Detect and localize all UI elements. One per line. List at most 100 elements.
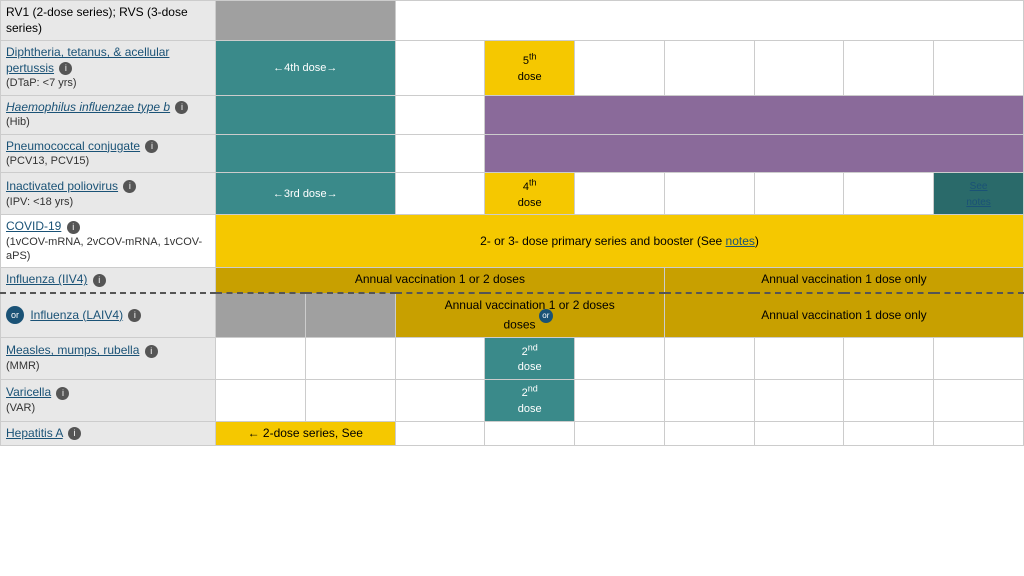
info-icon[interactable]: i: [175, 101, 188, 114]
vaccine-cell: COVID-19 i (1vCOV-mRNA, 2vCOV-mRNA, 1vCO…: [1, 215, 216, 268]
or-badge: or: [6, 306, 24, 324]
mmr-sub: (MMR): [6, 359, 210, 373]
empty-cell: [934, 41, 1024, 95]
laiv4-right-text: Annual vaccination 1 dose only: [761, 308, 926, 322]
var-2nd-dose: 2nddose: [485, 379, 575, 421]
empty-cell: [575, 41, 665, 95]
laiv4-right-cell: Annual vaccination 1 dose only: [664, 293, 1023, 337]
laiv4-doses: doses: [503, 317, 535, 331]
pcv-link[interactable]: Pneumococcal conjugate: [6, 139, 140, 153]
empty-cell: [395, 134, 485, 173]
empty-cell: [754, 173, 844, 215]
empty-cell: [934, 379, 1024, 421]
info-icon[interactable]: i: [59, 62, 72, 75]
dtap-sub: (DTaP: <7 yrs): [6, 76, 210, 90]
covid-dose-cell: 2- or 3- dose primary series and booster…: [216, 215, 1024, 268]
vaccine-cell: RV1 (2-dose series); RVS (3-dose series): [1, 1, 216, 41]
ipv-4th-dose: 4thdose: [485, 173, 575, 215]
info-icon[interactable]: i: [145, 140, 158, 153]
empty-cell: [216, 379, 306, 421]
empty-cell: [844, 173, 934, 215]
iiv4-left-cell: Annual vaccination 1 or 2 doses: [216, 268, 665, 293]
vaccine-name-text: RV1 (2-dose series); RVS (3-dose series): [6, 5, 188, 35]
dose-label: ←4th dose→: [273, 62, 337, 74]
empty-cell: [664, 337, 754, 379]
hib-purple: [485, 95, 1024, 134]
dose-label: 4thdose: [518, 181, 542, 209]
dtap-5th-dose: 5thdose: [485, 41, 575, 95]
table-row: Diphtheria, tetanus, & acellular pertuss…: [1, 41, 1024, 95]
table-row: Varicella i (VAR) 2nddose: [1, 379, 1024, 421]
hepa-text: ← 2-dose series, See: [248, 426, 363, 440]
table-row: Measles, mumps, rubella i (MMR) 2nddose: [1, 337, 1024, 379]
vaccine-cell: or Influenza (LAIV4) i: [1, 293, 216, 337]
varicella-link[interactable]: Varicella: [6, 385, 51, 399]
empty-cell: [934, 337, 1024, 379]
empty-cell: [395, 421, 485, 446]
laiv4-gray2: [305, 293, 395, 337]
dtap-link[interactable]: Diphtheria, tetanus, & acellular pertuss…: [6, 45, 169, 75]
laiv4-left-text: Annual vaccination 1 or 2 doses: [445, 298, 615, 312]
laiv4-link[interactable]: Influenza (LAIV4): [30, 308, 123, 322]
vaccine-cell: Haemophilus influenzae type b i (Hib): [1, 95, 216, 134]
ipv-3rd-dose: ←3rd dose→: [216, 173, 396, 215]
empty-cell: [664, 173, 754, 215]
table-row: COVID-19 i (1vCOV-mRNA, 2vCOV-mRNA, 1vCO…: [1, 215, 1024, 268]
vaccine-cell: Pneumococcal conjugate i (PCV13, PCV15): [1, 134, 216, 173]
iiv4-right-cell: Annual vaccination 1 dose only: [664, 268, 1023, 293]
see-notes-text[interactable]: Seenotes: [966, 181, 990, 208]
info-icon[interactable]: i: [68, 427, 81, 440]
mmr-2nd-dose: 2nddose: [485, 337, 575, 379]
ipv-link[interactable]: Inactivated poliovirus: [6, 179, 118, 193]
vaccine-cell: Varicella i (VAR): [1, 379, 216, 421]
iiv4-right-text: Annual vaccination 1 dose only: [761, 272, 926, 286]
laiv4-gray1: [216, 293, 306, 337]
pcv-sub: (PCV13, PCV15): [6, 154, 210, 168]
dose-cell: [216, 1, 396, 41]
vaccine-cell: Hepatitis A i: [1, 421, 216, 446]
vaccine-schedule-table: RV1 (2-dose series); RVS (3-dose series)…: [0, 0, 1024, 446]
empty-cell: [395, 95, 485, 134]
table-row: Inactivated poliovirus i (IPV: <18 yrs) …: [1, 173, 1024, 215]
table-row: or Influenza (LAIV4) i Annual vaccinatio…: [1, 293, 1024, 337]
info-icon[interactable]: i: [145, 345, 158, 358]
dtap-4th-dose: ←4th dose→: [216, 41, 396, 95]
dose-label: 2nddose: [518, 387, 542, 415]
empty-cell: [664, 421, 754, 446]
info-icon[interactable]: i: [93, 274, 106, 287]
varicella-sub: (VAR): [6, 401, 210, 415]
hepa-dose-cell: ← 2-dose series, See: [216, 421, 396, 446]
vaccine-cell: Inactivated poliovirus i (IPV: <18 yrs): [1, 173, 216, 215]
empty-cell: [575, 379, 665, 421]
info-icon[interactable]: i: [67, 221, 80, 234]
hib-teal: [216, 95, 396, 134]
info-icon[interactable]: i: [128, 309, 141, 322]
covid-link[interactable]: COVID-19: [6, 219, 61, 233]
hepa-link[interactable]: Hepatitis A: [6, 426, 63, 440]
empty-cell: [754, 421, 844, 446]
or-badge-small: or: [539, 309, 553, 323]
notes-link[interactable]: notes: [726, 234, 755, 248]
table-row: Influenza (IIV4) i Annual vaccination 1 …: [1, 268, 1024, 293]
dose-label: ←3rd dose→: [273, 188, 338, 200]
info-icon[interactable]: i: [123, 180, 136, 193]
table-row: RV1 (2-dose series); RVS (3-dose series): [1, 1, 1024, 41]
empty-cell: [395, 379, 485, 421]
empty-cell: [395, 173, 485, 215]
pcv-purple: [485, 134, 1024, 173]
empty-cell: [754, 379, 844, 421]
hib-link[interactable]: Haemophilus influenzae type b: [6, 100, 170, 114]
laiv4-left-cell: Annual vaccination 1 or 2 doses doses or: [395, 293, 664, 337]
empty-cell: [305, 337, 395, 379]
ipv-see-notes: Seenotes: [934, 173, 1024, 215]
empty-cell: [395, 41, 485, 95]
empty-cell: [575, 173, 665, 215]
iiv4-link[interactable]: Influenza (IIV4): [6, 272, 87, 286]
empty-cell: [754, 337, 844, 379]
info-icon[interactable]: i: [56, 387, 69, 400]
empty-cell: [844, 379, 934, 421]
vaccine-cell: Diphtheria, tetanus, & acellular pertuss…: [1, 41, 216, 95]
empty-cell: [216, 337, 306, 379]
hib-sub: (Hib): [6, 115, 210, 129]
mmr-link[interactable]: Measles, mumps, rubella: [6, 343, 139, 357]
